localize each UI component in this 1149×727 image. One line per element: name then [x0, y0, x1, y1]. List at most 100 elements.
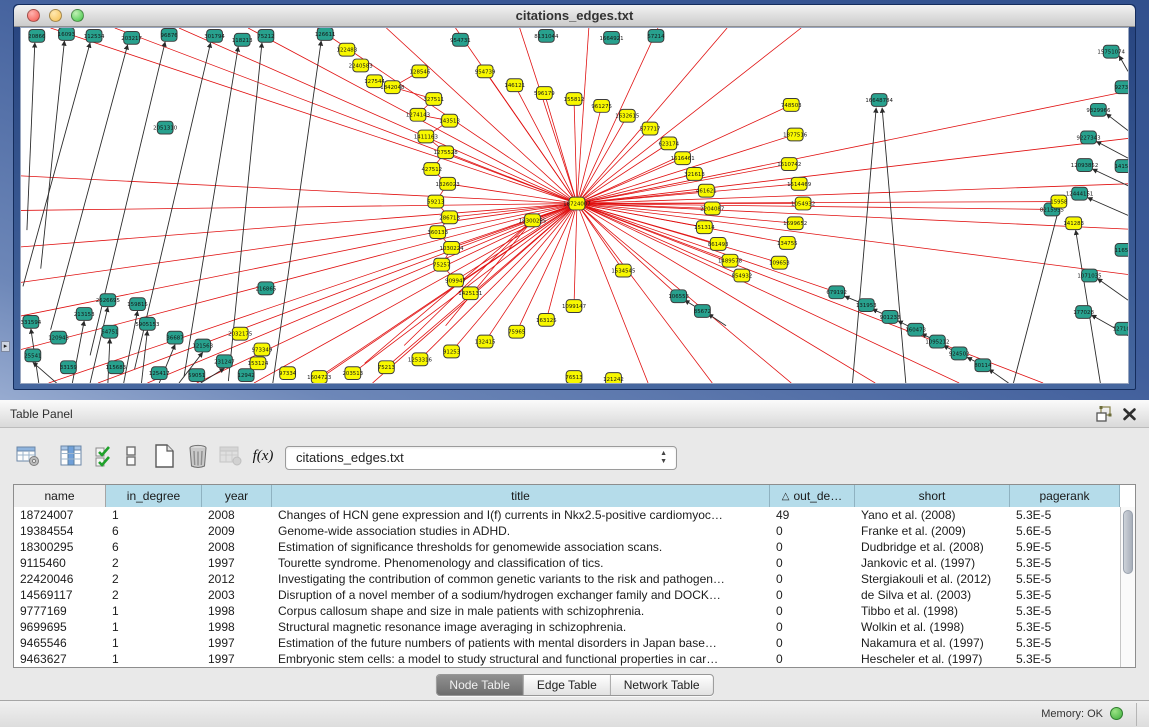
- graph-edge[interactable]: [1097, 278, 1128, 300]
- graph-node[interactable]: 115683: [105, 361, 126, 374]
- graph-node[interactable]: 120943: [48, 331, 69, 344]
- column-header-in_degree[interactable]: in_degree: [106, 485, 202, 507]
- graph-node[interactable]: 16648784: [865, 94, 893, 107]
- graph-edge[interactable]: [49, 204, 577, 383]
- table-row[interactable]: 969969511998Structural magnetic resonanc…: [14, 619, 1120, 635]
- graph-node[interactable]: 1274143: [406, 108, 430, 121]
- graph-node[interactable]: 973349: [252, 343, 273, 356]
- graph-node[interactable]: 1610742: [777, 158, 801, 171]
- tab-node-table[interactable]: Node Table: [436, 675, 524, 695]
- graph-node[interactable]: 75257: [433, 258, 450, 271]
- zoom-window-button[interactable]: [71, 9, 84, 22]
- graph-node[interactable]: 153124: [248, 357, 269, 370]
- graph-node[interactable]: 1489578: [718, 254, 743, 267]
- graph-node[interactable]: 909947: [445, 274, 466, 287]
- graph-node[interactable]: 16093: [58, 28, 75, 40]
- graph-node[interactable]: 36687: [166, 331, 183, 344]
- graph-node[interactable]: 127103: [1113, 322, 1128, 335]
- graph-node[interactable]: 91253: [443, 345, 460, 358]
- graph-edge[interactable]: [273, 41, 321, 383]
- graph-node[interactable]: 155812: [564, 93, 585, 106]
- graph-node[interactable]: 1632615: [615, 109, 639, 122]
- graph-node[interactable]: 57214: [647, 29, 665, 42]
- graph-edge[interactable]: [41, 41, 65, 269]
- graph-edge[interactable]: [577, 204, 648, 383]
- graph-node[interactable]: 1664921: [599, 31, 623, 44]
- graph-edge[interactable]: [577, 204, 679, 297]
- graph-node[interactable]: 1616461: [671, 152, 695, 165]
- graph-node[interactable]: 75213: [378, 361, 395, 374]
- table-row[interactable]: 911546021997Tourette syndrome. Phenomeno…: [14, 555, 1120, 571]
- column-header-name[interactable]: name: [14, 485, 106, 507]
- graph-node[interactable]: 216865: [256, 282, 277, 295]
- graph-node[interactable]: 92734: [1114, 81, 1128, 94]
- create-new-column-button[interactable]: [149, 440, 179, 472]
- graph-node[interactable]: 126611: [315, 28, 336, 40]
- table-row[interactable]: 946362711997Embryonic stem cells: a mode…: [14, 651, 1120, 667]
- function-builder-button[interactable]: f(x): [248, 440, 278, 472]
- column-header-short[interactable]: short: [855, 485, 1010, 507]
- graph-node[interactable]: 112534: [84, 29, 105, 42]
- graph-node[interactable]: 76513: [565, 371, 582, 383]
- graph-node[interactable]: 5905153: [135, 317, 159, 330]
- tab-network-table[interactable]: Network Table: [611, 675, 713, 695]
- graph-node[interactable]: 118213: [232, 33, 253, 46]
- graph-node[interactable]: 2032175: [228, 327, 252, 340]
- graph-node[interactable]: 331594: [21, 315, 42, 328]
- graph-edge[interactable]: [1013, 208, 1058, 383]
- graph-edge[interactable]: [577, 204, 959, 383]
- graph-node[interactable]: 954731: [450, 33, 471, 46]
- graph-edge[interactable]: [27, 43, 35, 230]
- graph-node[interactable]: 75965: [508, 325, 525, 338]
- graph-node[interactable]: 121563: [192, 339, 213, 352]
- graph-node[interactable]: 1253316: [408, 353, 433, 366]
- graph-node[interactable]: 80114: [974, 359, 992, 372]
- table-selector-dropdown[interactable]: citations_edges.txt ▲▼: [285, 446, 677, 470]
- graph-node[interactable]: 231247: [214, 355, 235, 368]
- table-row[interactable]: 1872400712008Changes of HCN gene express…: [14, 507, 1120, 523]
- graph-node[interactable]: 163125: [536, 313, 557, 326]
- graph-edge[interactable]: [989, 369, 1009, 383]
- graph-node[interactable]: 961275: [591, 99, 612, 112]
- graph-node[interactable]: 623174: [658, 137, 679, 150]
- graph-edge[interactable]: [1106, 114, 1128, 131]
- graph-node[interactable]: 2051310: [153, 121, 178, 134]
- graph-node[interactable]: 97334: [279, 367, 297, 380]
- graph-edge[interactable]: [544, 93, 577, 203]
- network-graph[interactable]: 2086616093112534203217968763017941182137…: [21, 28, 1128, 383]
- graph-edge[interactable]: [147, 204, 577, 383]
- graph-edge[interactable]: [852, 108, 876, 383]
- graph-edge[interactable]: [179, 28, 577, 204]
- graph-node[interactable]: 679192: [826, 286, 847, 299]
- graph-node[interactable]: 11652: [1114, 243, 1128, 256]
- table-row[interactable]: 1456911722003Disruption of a novel membe…: [14, 587, 1120, 603]
- close-window-button[interactable]: [27, 9, 40, 22]
- graph-node[interactable]: 132415: [475, 335, 496, 348]
- show-columns-button[interactable]: [56, 440, 86, 472]
- graph-node[interactable]: 213153: [74, 308, 95, 321]
- graph-node[interactable]: 748503: [781, 99, 802, 112]
- tab-edge-table[interactable]: Edge Table: [524, 675, 611, 695]
- float-panel-icon[interactable]: [1096, 406, 1113, 422]
- graph-node[interactable]: 301794: [204, 29, 225, 42]
- graph-edge[interactable]: [574, 99, 577, 204]
- graph-edge[interactable]: [446, 152, 577, 203]
- graph-edge[interactable]: [708, 314, 726, 326]
- table-row[interactable]: 977716911998Corpus callosum shape and si…: [14, 603, 1120, 619]
- table-row[interactable]: 1938455462009Genome-wide association stu…: [14, 523, 1120, 539]
- graph-node[interactable]: 15958: [1050, 195, 1068, 208]
- unselect-all-columns-button[interactable]: [116, 440, 146, 472]
- graph-node[interactable]: 125417: [149, 367, 170, 380]
- graph-edge[interactable]: [90, 42, 165, 356]
- close-panel-icon[interactable]: [1122, 406, 1137, 422]
- graph-node[interactable]: 1514469: [787, 177, 812, 190]
- graph-node[interactable]: 203513: [342, 367, 363, 380]
- graph-node[interactable]: 177028: [1073, 306, 1094, 319]
- graph-node[interactable]: 127544: [364, 75, 385, 88]
- graph-edge[interactable]: [574, 204, 577, 307]
- graph-node[interactable]: 2204087: [700, 202, 724, 215]
- graph-node[interactable]: 159815: [127, 298, 148, 311]
- graph-node[interactable]: 203217: [121, 31, 142, 44]
- column-header-out_de[interactable]: △out_de…: [770, 485, 855, 507]
- graph-node[interactable]: 427512: [421, 163, 442, 176]
